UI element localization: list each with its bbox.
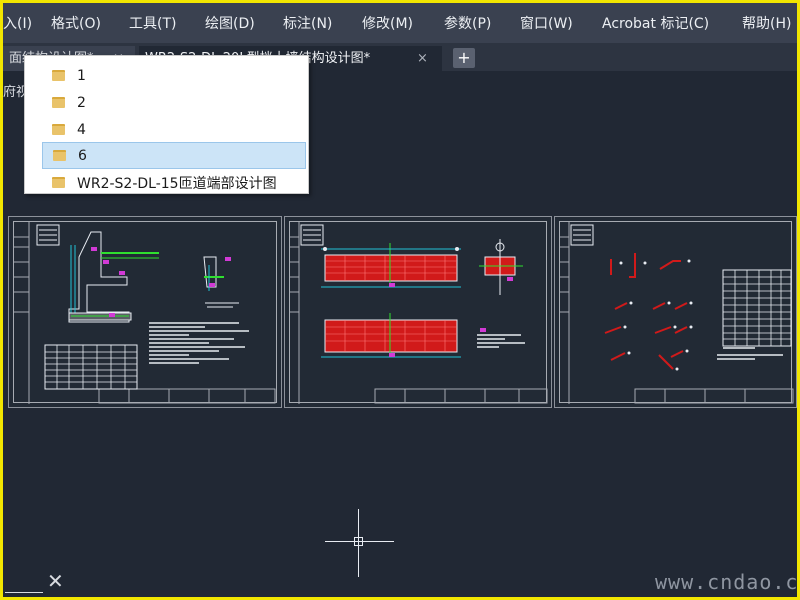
- list-item-label: WR2-S2-DL-15匝道端部设计图: [77, 175, 277, 192]
- ucs-icon: ✕: [47, 569, 64, 593]
- menu-dimension[interactable]: 标注(N): [283, 13, 332, 33]
- folder-icon: [52, 70, 65, 81]
- folder-dropdown-list: 1 2 4 6 WR2-S2-DL-15匝道端部设计图: [24, 55, 309, 194]
- menu-format[interactable]: 格式(O): [51, 13, 101, 33]
- menu-parameters[interactable]: 参数(P): [444, 13, 491, 33]
- autocad-window: 入(I) 格式(O) 工具(T) 绘图(D) 标注(N) 修改(M) 参数(P)…: [3, 3, 797, 597]
- crosshair-pickbox: [354, 537, 363, 546]
- sheet-2-drawing: [290, 222, 548, 404]
- folder-icon: [52, 97, 65, 108]
- menu-bar: 入(I) 格式(O) 工具(T) 绘图(D) 标注(N) 修改(M) 参数(P)…: [3, 3, 797, 43]
- menu-modify[interactable]: 修改(M): [362, 13, 413, 33]
- sheet-3-drawing: [560, 222, 794, 404]
- list-item-folder-6[interactable]: 6: [42, 142, 306, 169]
- menu-acrobat-markup[interactable]: Acrobat 标记(C): [602, 13, 709, 33]
- sheet-1-drawing: [14, 222, 276, 404]
- watermark: www.cndao.com: [655, 570, 797, 594]
- new-tab-button[interactable]: +: [453, 48, 475, 68]
- close-icon[interactable]: ×: [417, 46, 428, 71]
- list-item-label: 4: [77, 121, 86, 138]
- list-item-label: 2: [77, 94, 86, 111]
- folder-icon: [53, 150, 66, 161]
- ucs-icon-axis: [5, 592, 43, 593]
- menu-tools[interactable]: 工具(T): [129, 13, 176, 33]
- menu-draw[interactable]: 绘图(D): [205, 13, 255, 33]
- list-item-folder-1[interactable]: 1: [42, 62, 306, 89]
- layout-sheet-3[interactable]: [554, 216, 797, 408]
- menu-window[interactable]: 窗口(W): [520, 13, 573, 33]
- folder-icon: [52, 124, 65, 135]
- list-item-folder-2[interactable]: 2: [42, 89, 306, 116]
- layout-sheet-2[interactable]: [284, 216, 552, 408]
- list-item-label: 1: [77, 67, 86, 84]
- list-item-label: 6: [78, 147, 87, 164]
- menu-insert[interactable]: 入(I): [3, 13, 32, 33]
- list-item-folder-drawing[interactable]: WR2-S2-DL-15匝道端部设计图: [42, 169, 306, 196]
- layout-sheet-1[interactable]: [8, 216, 282, 408]
- list-item-folder-4[interactable]: 4: [42, 116, 306, 143]
- folder-icon: [52, 177, 65, 188]
- menu-help[interactable]: 帮助(H): [742, 13, 791, 33]
